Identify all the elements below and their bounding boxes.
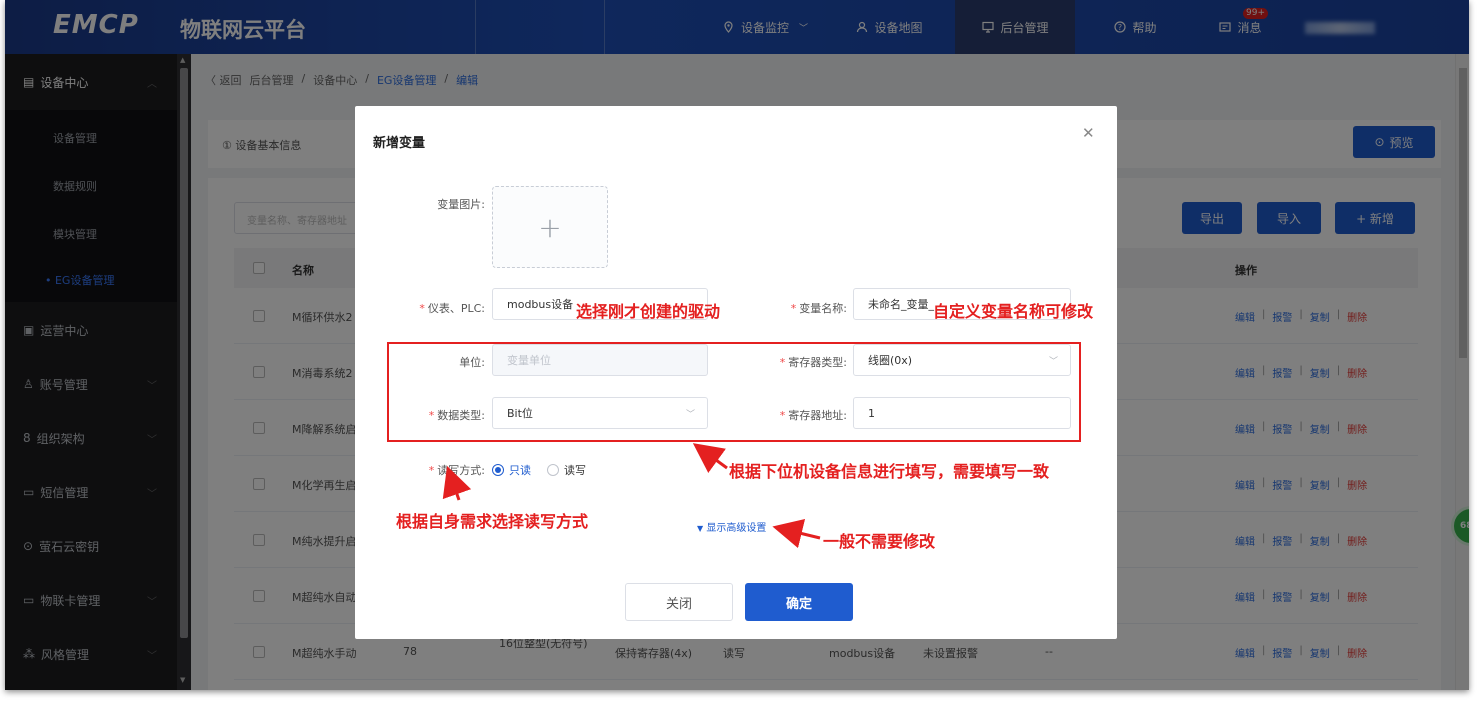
plc-label: * 仪表、PLC: xyxy=(419,302,485,315)
annotation-var-name: 自定义变量名称可修改 xyxy=(933,302,1094,321)
annotation-driver: 选择刚才创建的驱动 xyxy=(576,302,721,321)
app-window: EMCP 物联网云平台 设备监控 ﹀ 设备地图 后台管理 ? 帮助 消息 99+ xyxy=(5,0,1469,690)
rw-radio-group: 只读 读写 xyxy=(492,462,586,478)
plus-icon: + xyxy=(538,210,562,244)
cancel-button[interactable]: 关闭 xyxy=(625,583,733,621)
var-name-value: 未命名_变量_ xyxy=(868,298,934,311)
radio-label: 只读 xyxy=(509,464,531,477)
annotation-advanced: 一般不需要修改 xyxy=(823,532,936,551)
annotation-device-info: 根据下位机设备信息进行填写，需要填写一致 xyxy=(729,462,1050,481)
caret-down-icon: ▼ xyxy=(697,524,704,533)
advanced-label: 显示高级设置 xyxy=(706,523,767,534)
image-label: 变量图片: xyxy=(437,198,485,211)
var-name-label: * 变量名称: xyxy=(790,302,847,315)
annotation-rw-mode: 根据自身需求选择读写方式 xyxy=(396,512,589,531)
advanced-settings-toggle[interactable]: ▼ 显示高级设置 xyxy=(697,519,766,534)
annotation-highlight-box xyxy=(387,342,1081,442)
close-icon[interactable]: ✕ xyxy=(1082,124,1095,142)
confirm-button[interactable]: 确定 xyxy=(745,583,853,621)
image-upload[interactable]: + xyxy=(492,186,608,268)
radio-checked-icon xyxy=(492,464,504,476)
rw-readwrite-radio[interactable]: 读写 xyxy=(547,462,586,478)
plc-value: modbus设备 xyxy=(507,298,574,311)
radio-unchecked-icon xyxy=(547,464,559,476)
dialog-title: 新增变量 xyxy=(373,136,426,151)
rw-label: * 读写方式: xyxy=(428,464,485,477)
radio-label: 读写 xyxy=(564,464,586,477)
rw-readonly-radio[interactable]: 只读 xyxy=(492,462,531,478)
